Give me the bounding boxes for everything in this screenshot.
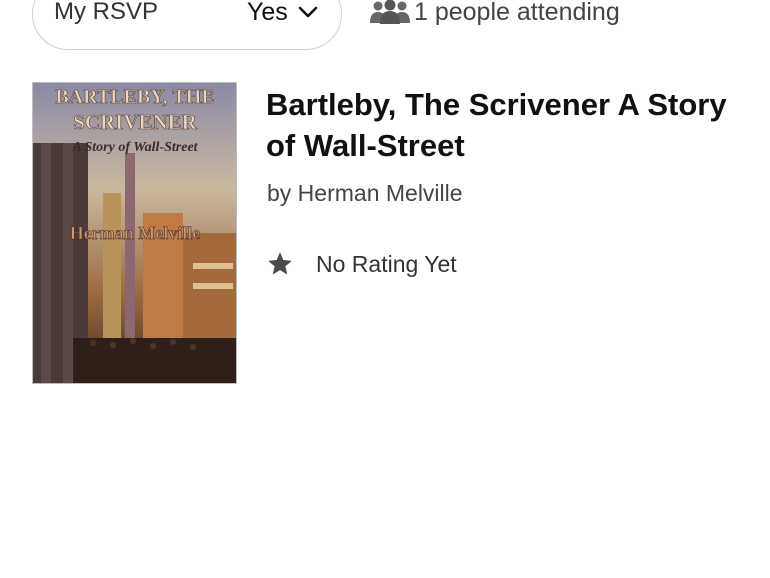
chevron-down-icon — [298, 5, 318, 19]
cover-author: Herman Melville — [70, 223, 200, 243]
book-rating: No Rating Yet — [266, 248, 457, 280]
rsvp-dropdown[interactable]: Yes — [247, 0, 318, 28]
rating-text: No Rating Yet — [316, 251, 457, 277]
cover-subtitle: A Story of Wall-Street — [71, 140, 198, 155]
star-icon — [266, 250, 294, 278]
attendance-info: 1 people attending — [370, 0, 620, 28]
rsvp-label: My RSVP — [54, 0, 159, 25]
cover-title-line1: BARTLEBY, THE — [55, 86, 214, 108]
book-cover[interactable]: BARTLEBY, THE SCRIVENER A Story of Wall-… — [32, 82, 237, 384]
attendance-count: 1 people attending — [414, 0, 620, 26]
book-author: by Herman Melville — [267, 180, 463, 206]
cover-title-line2: SCRIVENER — [73, 110, 198, 134]
rsvp-value: Yes — [247, 0, 288, 26]
people-icon — [370, 0, 410, 25]
book-title[interactable]: Bartleby, The Scrivener A Story of Wall-… — [266, 84, 736, 166]
